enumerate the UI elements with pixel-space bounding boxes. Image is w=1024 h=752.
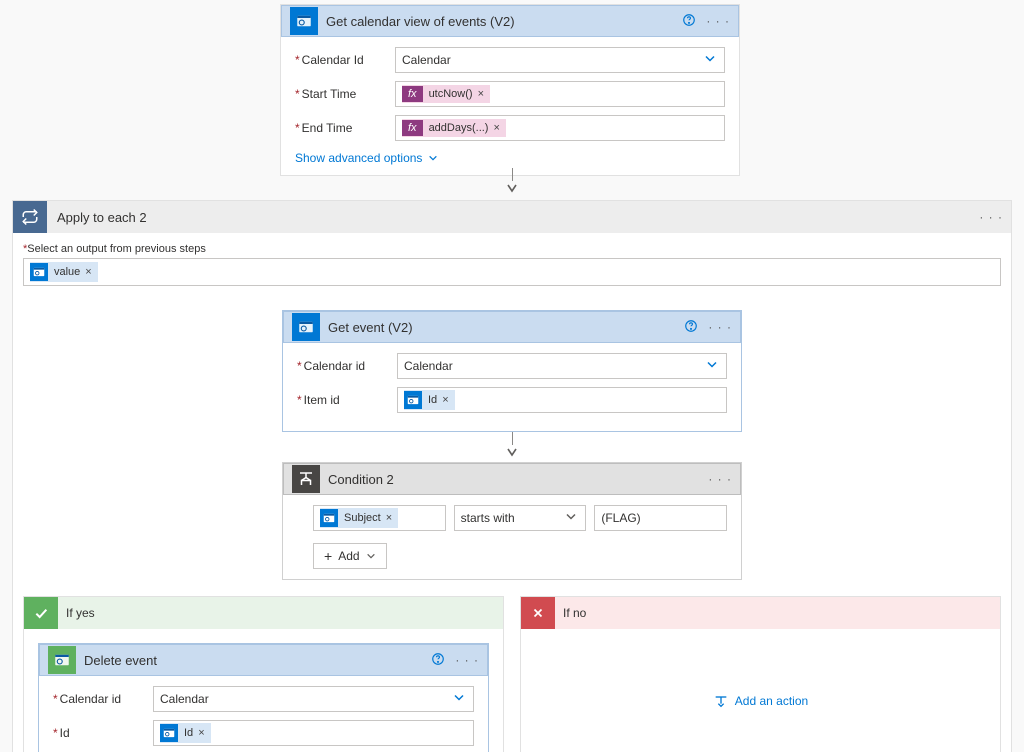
fx-icon: fx bbox=[402, 120, 423, 136]
outlook-icon bbox=[290, 7, 318, 35]
id-field[interactable]: Id × bbox=[153, 720, 474, 746]
calendar-id-label: *Calendar id bbox=[53, 692, 153, 706]
overflow-menu-icon[interactable]: · · · bbox=[706, 14, 730, 28]
branch-title: If yes bbox=[66, 606, 95, 620]
step-title: Get event (V2) bbox=[328, 320, 684, 335]
overflow-menu-icon[interactable]: · · · bbox=[708, 472, 732, 486]
step-apply-to-each: Apply to each 2 · · · *Select an output … bbox=[12, 200, 1012, 752]
outlook-icon bbox=[160, 724, 178, 742]
show-advanced-link[interactable]: Show advanced options bbox=[295, 151, 438, 165]
step-title: Condition 2 bbox=[328, 472, 708, 487]
help-icon[interactable] bbox=[682, 13, 696, 30]
branch-title: If no bbox=[563, 606, 586, 620]
loop-icon bbox=[13, 201, 47, 233]
step-get-calendar-view: Get calendar view of events (V2) · · · *… bbox=[280, 4, 740, 176]
remove-icon[interactable]: × bbox=[493, 122, 499, 134]
condition-right-field[interactable]: (FLAG) bbox=[594, 505, 727, 531]
select-output-label: *Select an output from previous steps bbox=[23, 243, 1001, 255]
help-icon[interactable] bbox=[684, 319, 698, 336]
outlook-icon bbox=[292, 313, 320, 341]
expression-chip[interactable]: fx utcNow() × bbox=[402, 85, 490, 103]
close-icon bbox=[521, 597, 555, 629]
connector-arrow bbox=[505, 432, 519, 462]
plus-icon: + bbox=[324, 548, 332, 564]
loop-title: Apply to each 2 bbox=[57, 210, 979, 225]
dynamic-content-chip[interactable]: Id × bbox=[404, 390, 455, 410]
calendar-id-label: *Calendar Id bbox=[295, 53, 395, 67]
id-label: *Id bbox=[53, 726, 153, 740]
remove-icon[interactable]: × bbox=[478, 88, 484, 100]
overflow-menu-icon[interactable]: · · · bbox=[979, 210, 1003, 224]
select-output-field[interactable]: value × bbox=[23, 258, 1001, 286]
item-id-field[interactable]: Id × bbox=[397, 387, 727, 413]
step-delete-event: Delete event · · · *Calendar id bbox=[38, 643, 489, 752]
remove-icon[interactable]: × bbox=[386, 512, 392, 524]
calendar-id-dropdown[interactable]: Calendar bbox=[397, 353, 727, 379]
dynamic-content-chip[interactable]: Subject × bbox=[320, 508, 398, 528]
condition-icon bbox=[292, 465, 320, 493]
remove-icon[interactable]: × bbox=[442, 394, 448, 406]
branch-if-yes: If yes Delete event bbox=[23, 596, 504, 752]
check-icon bbox=[24, 597, 58, 629]
chevron-down-icon[interactable] bbox=[704, 53, 716, 68]
chevron-down-icon[interactable] bbox=[706, 359, 718, 374]
overflow-menu-icon[interactable]: · · · bbox=[708, 320, 732, 334]
add-condition-button[interactable]: + Add bbox=[313, 543, 387, 569]
outlook-icon bbox=[48, 646, 76, 674]
remove-icon[interactable]: × bbox=[85, 266, 91, 278]
step-header[interactable]: Delete event · · · bbox=[39, 644, 488, 676]
expression-chip[interactable]: fx addDays(...) × bbox=[402, 119, 506, 137]
step-title: Delete event bbox=[84, 653, 431, 668]
branch-if-no: If no Add an action bbox=[520, 596, 1001, 752]
add-action-button[interactable]: Add an action bbox=[535, 693, 986, 709]
chevron-down-icon[interactable] bbox=[565, 511, 577, 526]
branch-header[interactable]: If no bbox=[521, 597, 1000, 629]
branch-header[interactable]: If yes bbox=[24, 597, 503, 629]
end-time-field[interactable]: fx addDays(...) × bbox=[395, 115, 725, 141]
item-id-label: *Item id bbox=[297, 393, 397, 407]
fx-icon: fx bbox=[402, 86, 423, 102]
step-header[interactable]: Get calendar view of events (V2) · · · bbox=[281, 5, 739, 37]
connector-arrow bbox=[505, 168, 519, 198]
overflow-menu-icon[interactable]: · · · bbox=[455, 653, 479, 667]
step-get-event: Get event (V2) · · · *Calendar id Calend… bbox=[282, 310, 742, 432]
condition-left-field[interactable]: Subject × bbox=[313, 505, 446, 531]
start-time-label: *Start Time bbox=[295, 87, 395, 101]
end-time-label: *End Time bbox=[295, 121, 395, 135]
outlook-icon bbox=[320, 509, 338, 527]
step-header[interactable]: Get event (V2) · · · bbox=[283, 311, 741, 343]
dynamic-content-chip[interactable]: value × bbox=[30, 262, 98, 282]
calendar-id-label: *Calendar id bbox=[297, 359, 397, 373]
remove-icon[interactable]: × bbox=[198, 727, 204, 739]
start-time-field[interactable]: fx utcNow() × bbox=[395, 81, 725, 107]
calendar-id-dropdown[interactable]: Calendar bbox=[153, 686, 474, 712]
dynamic-content-chip[interactable]: Id × bbox=[160, 723, 211, 743]
step-title: Get calendar view of events (V2) bbox=[326, 14, 682, 29]
loop-header[interactable]: Apply to each 2 · · · bbox=[13, 201, 1011, 233]
outlook-icon bbox=[30, 263, 48, 281]
step-header[interactable]: Condition 2 · · · bbox=[283, 463, 741, 495]
condition-operator-dropdown[interactable]: starts with bbox=[454, 505, 587, 531]
help-icon[interactable] bbox=[431, 652, 445, 669]
chevron-down-icon[interactable] bbox=[453, 692, 465, 707]
calendar-id-dropdown[interactable]: Calendar bbox=[395, 47, 725, 73]
outlook-icon bbox=[404, 391, 422, 409]
step-condition: Condition 2 · · · Subject × s bbox=[282, 462, 742, 580]
